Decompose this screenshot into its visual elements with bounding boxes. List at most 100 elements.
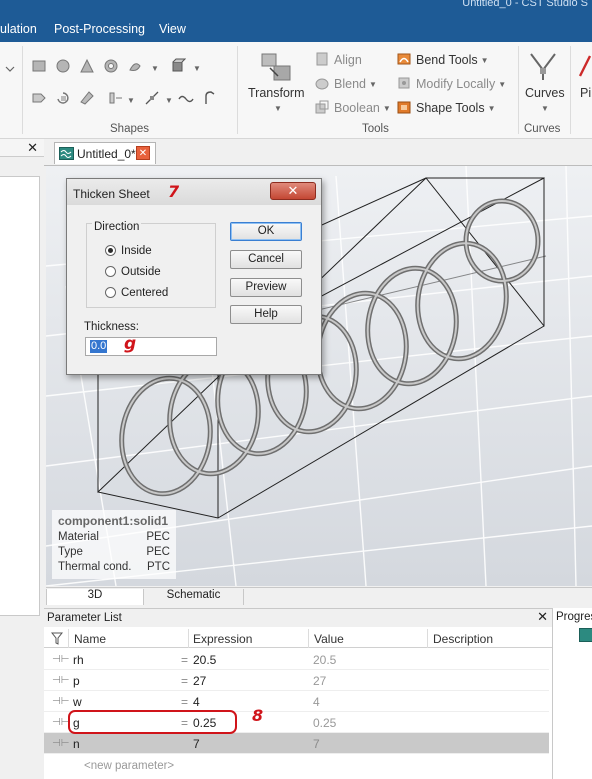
boolean-button[interactable]: Boolean ▼ xyxy=(314,99,391,115)
close-tab-icon[interactable]: ✕ xyxy=(136,146,150,160)
menu-bar: ulation Post-Processing View xyxy=(0,14,592,42)
sphere-shape-icon[interactable] xyxy=(55,58,71,74)
project-icon xyxy=(579,628,592,642)
pin-icon[interactable]: ⊣⊢ xyxy=(52,717,69,728)
extrude-curve-icon[interactable] xyxy=(108,90,124,106)
document-tab-bar: Untitled_0* ✕ xyxy=(44,139,592,166)
new-parameter-row[interactable]: <new parameter> xyxy=(84,760,174,772)
thickness-value: 0.0 xyxy=(90,340,108,353)
chevron-down-icon[interactable]: ▼ xyxy=(541,104,549,113)
parameter-row[interactable]: ⊣⊢ p = 27 27 xyxy=(44,670,549,691)
ribbon: ▼ ▼ ▼ ▼ Shapes Transform ▼ Align Blend ▼ … xyxy=(0,42,592,139)
pin-icon[interactable]: ⊣⊢ xyxy=(52,675,69,686)
parameter-row[interactable]: ⊣⊢ rh = 20.5 20.5 xyxy=(44,649,549,670)
component-info-row: Material PEC xyxy=(58,531,170,543)
ribbon-group-shapes: Shapes xyxy=(110,123,150,135)
rotate-icon[interactable] xyxy=(55,90,71,106)
blend-button[interactable]: Blend ▼ xyxy=(314,75,377,91)
cone-shape-icon[interactable] xyxy=(79,58,95,74)
shape-tools-icon xyxy=(397,101,411,114)
radio-icon[interactable] xyxy=(105,266,116,277)
component-info-title: component1:solid1 xyxy=(58,514,169,528)
tab-3d[interactable]: 3D xyxy=(46,589,144,605)
menu-item-post-processing[interactable]: Post-Processing xyxy=(54,22,145,36)
loft-icon[interactable] xyxy=(31,90,47,106)
ribbon-separator xyxy=(570,46,571,134)
sweep-icon[interactable] xyxy=(79,90,95,106)
curves-button[interactable]: Curves xyxy=(525,86,565,100)
column-description[interactable]: Description xyxy=(433,632,493,646)
parameter-row-selected[interactable]: ⊣⊢ n 7 7 xyxy=(44,733,549,754)
transform-icon[interactable] xyxy=(258,50,294,84)
direction-label: Direction xyxy=(92,221,142,233)
rotation-shape-icon[interactable] xyxy=(127,58,143,74)
navigation-tree[interactable] xyxy=(0,176,40,616)
curves-icon[interactable] xyxy=(527,50,559,82)
bend-tools-button[interactable]: Bend Tools ▼ xyxy=(396,51,489,67)
thickness-field[interactable]: 0.0 g xyxy=(85,334,217,356)
menu-item-simulation[interactable]: ulation xyxy=(0,22,37,36)
ribbon-separator xyxy=(518,46,519,134)
chevron-icon[interactable] xyxy=(4,60,16,76)
radio-inside[interactable]: Inside xyxy=(105,245,152,257)
pick-icon[interactable] xyxy=(578,52,592,80)
parameter-row[interactable]: ⊣⊢ w = 4 4 xyxy=(44,691,549,712)
tab-schematic[interactable]: Schematic xyxy=(144,589,244,605)
filter-icon[interactable] xyxy=(51,632,63,645)
transform-button[interactable]: Transform xyxy=(248,86,305,100)
pin-icon[interactable]: ⊣⊢ xyxy=(52,738,69,749)
pick-point-icon[interactable] xyxy=(144,90,160,106)
thicken-sheet-dialog: Thicken Sheet 7 ✕ Direction Inside Outsi… xyxy=(66,178,322,375)
thickness-label: Thickness: xyxy=(84,321,139,333)
parameter-column-header: Name Expression Value Description xyxy=(44,629,552,648)
help-button[interactable]: Help xyxy=(230,305,302,324)
navigation-tree-header: ✕ xyxy=(0,139,44,157)
boolean-icon xyxy=(315,100,329,114)
radio-selected-icon[interactable] xyxy=(105,245,116,256)
radio-centered[interactable]: Centered xyxy=(105,287,168,299)
modify-locally-icon xyxy=(398,77,410,89)
modify-locally-button[interactable]: Modify Locally ▼ xyxy=(396,75,506,91)
component-info-overlay: component1:solid1 Material PEC Type PEC Th… xyxy=(52,510,176,579)
cancel-button[interactable]: Cancel xyxy=(230,250,302,269)
brick-shape-icon[interactable] xyxy=(31,58,47,74)
column-name[interactable]: Name xyxy=(74,632,106,646)
chevron-down-icon[interactable]: ▼ xyxy=(127,96,135,105)
chevron-down-icon[interactable]: ▼ xyxy=(151,64,159,73)
step-8-annotation: 8 xyxy=(252,706,264,725)
close-button[interactable]: ✕ xyxy=(270,182,316,200)
chevron-down-icon[interactable]: ▼ xyxy=(274,104,282,113)
menu-item-view[interactable]: View xyxy=(159,22,186,36)
wave-curve-icon[interactable] xyxy=(178,90,194,106)
hook-curve-icon[interactable] xyxy=(202,90,218,106)
pin-icon[interactable]: ⊣⊢ xyxy=(52,696,69,707)
bend-tools-icon xyxy=(397,53,411,65)
blend-icon xyxy=(315,78,329,90)
ok-button[interactable]: OK xyxy=(230,222,302,241)
preview-button[interactable]: Preview xyxy=(230,278,302,297)
extrude-icon[interactable] xyxy=(170,58,186,74)
parameter-list-title: Parameter List xyxy=(47,612,122,624)
pick-button[interactable]: Pi xyxy=(580,86,591,100)
radio-icon[interactable] xyxy=(105,287,116,298)
document-tab[interactable]: Untitled_0* ✕ xyxy=(54,142,156,164)
torus-shape-icon[interactable] xyxy=(103,58,119,74)
dialog-title: Thicken Sheet xyxy=(73,187,150,201)
ribbon-separator xyxy=(237,46,238,134)
chevron-down-icon[interactable]: ▼ xyxy=(165,96,173,105)
ribbon-separator xyxy=(22,46,23,134)
progress-panel: Progres xyxy=(552,608,592,779)
column-value[interactable]: Value xyxy=(314,632,344,646)
dialog-title-bar[interactable]: Thicken Sheet 7 ✕ xyxy=(67,179,321,205)
align-button[interactable]: Align xyxy=(314,51,362,67)
column-expression[interactable]: Expression xyxy=(193,632,252,646)
chevron-down-icon[interactable]: ▼ xyxy=(193,64,201,73)
radio-outside[interactable]: Outside xyxy=(105,266,161,278)
ribbon-group-tools: Tools xyxy=(362,123,389,135)
pin-icon[interactable]: ⊣⊢ xyxy=(52,654,69,665)
shape-tools-button[interactable]: Shape Tools ▼ xyxy=(396,99,496,115)
g-annotation: g xyxy=(124,334,137,354)
step-7-annotation: 7 xyxy=(168,182,180,201)
close-icon[interactable]: ✕ xyxy=(537,609,548,625)
close-icon[interactable]: ✕ xyxy=(27,140,38,156)
